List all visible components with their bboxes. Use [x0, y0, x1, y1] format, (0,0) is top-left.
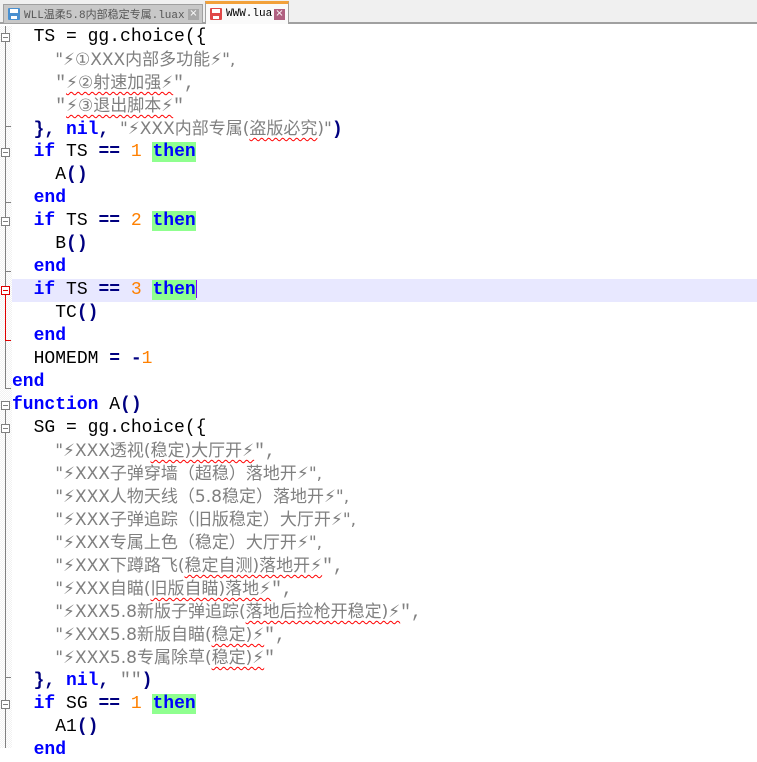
code-line: "⚡XXX专属上色（稳定）大厅开⚡", [55, 533, 323, 553]
tab-wll-luax[interactable]: WLL温柔5.8内部稳定专属.luax × [3, 4, 203, 23]
code-line: }, nil, "") [33, 671, 153, 691]
code-line: "⚡XXX子弹穿墙（超稳）落地开⚡", [55, 464, 323, 484]
fold-margin [0, 26, 12, 748]
fold-end-marker [5, 271, 11, 272]
code-line: "⚡XXX5.8专属除草(稳定)⚡" [55, 648, 275, 669]
fold-line-active [5, 295, 6, 340]
fold-end-marker [5, 126, 11, 127]
fold-end-marker [5, 340, 11, 341]
tab-label: WWW.lua [226, 8, 273, 20]
code-line: end [33, 257, 67, 277]
code-line: SG = gg.choice({ [33, 418, 207, 438]
code-line: end [33, 326, 67, 346]
code-line: if TS == 2 then [33, 211, 196, 231]
code-line: end [33, 740, 67, 760]
code-line: TS = gg.choice({ [33, 27, 207, 47]
code-line: "⚡XXX人物天线（5.8稳定）落地开⚡", [55, 487, 350, 507]
code-line: TC() [55, 303, 99, 323]
fold-end-marker [5, 677, 11, 678]
code-line: B() [55, 234, 88, 254]
fold-toggle-icon[interactable] [1, 217, 10, 226]
code-editor[interactable]: TS = gg.choice({ "⚡①XXX内部多功能⚡", "⚡②射速加强⚡… [0, 26, 757, 760]
fold-toggle-icon[interactable] [1, 700, 10, 709]
tab-bar: WLL温柔5.8内部稳定专属.luax × WWW.lua × [0, 0, 757, 24]
code-line: "⚡XXX自瞄(旧版自瞄)落地⚡", [55, 579, 293, 600]
code-line: "⚡①XXX内部多功能⚡", [55, 50, 236, 70]
code-line: HOMEDM = -1 [33, 349, 153, 369]
save-disk-icon [210, 8, 222, 20]
code-line: }, nil, "⚡XXX内部专属(盗版必究)") [33, 119, 343, 140]
code-line: A() [55, 165, 88, 185]
save-disk-icon [8, 8, 20, 20]
fold-line [5, 402, 6, 748]
fold-toggle-icon[interactable] [1, 401, 10, 410]
fold-toggle-icon[interactable] [1, 424, 10, 433]
fold-end-marker [5, 202, 11, 203]
tab-www-lua[interactable]: WWW.lua × [205, 1, 289, 24]
tab-label: WLL温柔5.8内部稳定专属.luax [24, 10, 185, 22]
code-line: "⚡②射速加强⚡", [55, 73, 195, 94]
text-caret [195, 280, 197, 299]
code-line: "⚡XXX下蹲路飞(稳定自测)落地开⚡", [55, 556, 344, 577]
code-line-current: if TS == 3 then [12, 279, 757, 302]
code-line: A1() [55, 717, 99, 737]
code-line: function A() [12, 395, 142, 415]
code-line: if SG == 1 then [33, 694, 196, 714]
close-icon[interactable]: × [188, 8, 199, 20]
code-area[interactable]: TS = gg.choice({ "⚡①XXX内部多功能⚡", "⚡②射速加强⚡… [12, 26, 757, 762]
code-line: if TS == 1 then [33, 142, 196, 162]
code-line: "⚡XXX透视(稳定)大厅开⚡", [55, 441, 276, 462]
code-line: "⚡XXX5.8新版子弹追踪(落地后捡枪开稳定)⚡", [55, 602, 422, 623]
code-line: "⚡③退出脚本⚡" [55, 96, 184, 117]
code-line: end [33, 188, 67, 208]
fold-toggle-icon[interactable] [1, 33, 10, 42]
fold-toggle-icon[interactable] [1, 286, 10, 295]
code-line: "⚡XXX5.8新版自瞄(稳定)⚡", [55, 625, 286, 646]
close-icon[interactable]: × [274, 8, 285, 20]
code-line: end [12, 372, 45, 392]
fold-toggle-icon[interactable] [1, 148, 10, 157]
fold-end-marker [5, 388, 11, 389]
code-line: "⚡XXX子弹追踪（旧版稳定）大厅开⚡", [55, 510, 357, 530]
